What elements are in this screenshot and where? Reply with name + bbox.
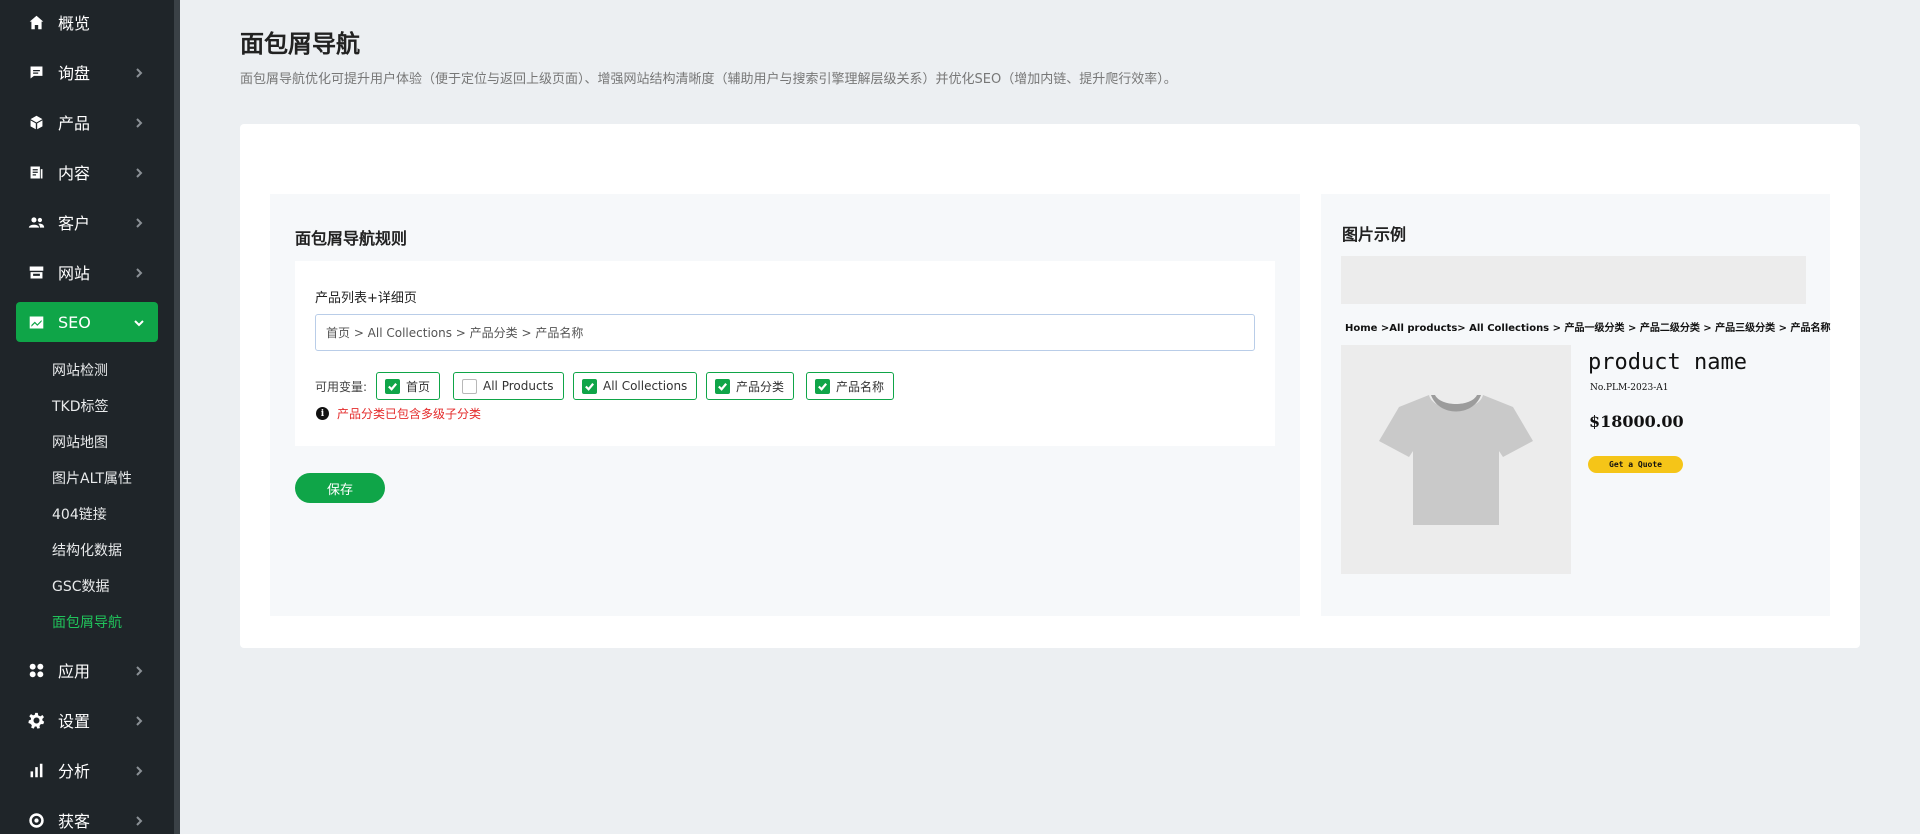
rule-label: 产品列表+详细页: [315, 291, 417, 306]
example-product-price: $18000.00: [1589, 412, 1684, 431]
page-description: 面包屑导航优化可提升用户体验（便于定位与返回上级页面）、增强网站结构清晰度（辅助…: [240, 72, 1177, 87]
gear-icon: [26, 710, 46, 730]
sidebar-item-settings[interactable]: 设置: [16, 700, 158, 740]
store-icon: [26, 262, 46, 282]
sidebar-subitem-site-check[interactable]: 网站检测: [52, 360, 108, 380]
variable-chip-product-category[interactable]: 产品分类: [706, 372, 795, 400]
variable-label: 首页: [406, 379, 431, 394]
sidebar-item-website[interactable]: 网站: [16, 252, 158, 292]
sidebar-item-content[interactable]: 内容: [16, 152, 158, 192]
sidebar-item-label: 分析: [58, 762, 91, 781]
sidebar-item-label: 内容: [58, 164, 91, 183]
seo-chart-icon: [26, 312, 46, 332]
sidebar-subitem-tkd[interactable]: TKD标签: [52, 396, 109, 416]
example-product-image: [1341, 345, 1571, 574]
variable-label: All Products: [483, 379, 554, 393]
checkbox-checked-icon[interactable]: [385, 378, 400, 394]
sidebar-item-apps[interactable]: 应用: [16, 650, 158, 690]
sidebar-scrollbar[interactable]: [174, 0, 180, 834]
sidebar-item-label: 网站: [58, 264, 91, 283]
checkbox-checked-icon[interactable]: [815, 378, 830, 394]
example-quote-button: Get a Quote: [1588, 456, 1683, 473]
chevron-right-icon: [132, 663, 146, 677]
checkbox-checked-icon[interactable]: [582, 378, 597, 394]
chevron-right-icon: [132, 763, 146, 777]
save-button[interactable]: 保存: [295, 473, 385, 503]
sidebar-item-label: SEO: [58, 312, 91, 332]
chevron-right-icon: [132, 165, 146, 179]
checkbox-unchecked-icon[interactable]: [462, 378, 477, 394]
variable-chip-all-products[interactable]: All Products: [453, 372, 564, 400]
example-product-number: No.PLM-2023-A1: [1590, 383, 1669, 393]
chevron-right-icon: [132, 65, 146, 79]
document-icon: [26, 162, 46, 182]
page-title: 面包屑导航: [240, 30, 360, 58]
sidebar-item-customers[interactable]: 客户: [16, 202, 158, 242]
checkbox-checked-icon[interactable]: [715, 378, 730, 394]
sidebar-item-label: 询盘: [58, 64, 91, 83]
example-header-banner: [1341, 256, 1806, 304]
sidebar-item-products[interactable]: 产品: [16, 102, 158, 142]
tshirt-icon: [1379, 395, 1533, 525]
apps-icon: [26, 660, 46, 680]
sidebar-item-analytics[interactable]: 分析: [16, 750, 158, 790]
info-icon: i: [316, 407, 329, 420]
chevron-right-icon: [132, 215, 146, 229]
variable-label: All Collections: [603, 379, 688, 393]
chevron-right-icon: [132, 115, 146, 129]
bar-chart-icon: [26, 760, 46, 780]
example-breadcrumb: Home >All products> All Collections > 产品…: [1345, 323, 1831, 334]
sidebar-item-label: 客户: [58, 214, 91, 233]
variable-chip-product-name[interactable]: 产品名称: [806, 372, 895, 400]
sidebar-subitem-404-links[interactable]: 404链接: [52, 504, 107, 524]
variables-label: 可用变量:: [315, 380, 368, 394]
sidebar-item-inquiry[interactable]: 询盘: [16, 52, 158, 92]
warning-text: 产品分类已包含多级子分类: [337, 407, 482, 421]
target-icon: [26, 810, 46, 830]
sidebar-item-overview[interactable]: 概览: [16, 2, 158, 42]
rules-title: 面包屑导航规则: [295, 229, 408, 248]
chevron-right-icon: [132, 265, 146, 279]
sidebar-item-label: 设置: [58, 712, 91, 731]
users-icon: [26, 212, 46, 232]
example-title: 图片示例: [1342, 225, 1407, 244]
inquiry-icon: [26, 62, 46, 82]
sidebar: 概览 询盘 产品 内容 客户 网站 SEO 网站检测 TKD标签 网站地图 图片…: [0, 0, 180, 834]
example-product-name: product name: [1588, 350, 1747, 375]
chevron-down-icon: [132, 315, 146, 329]
chevron-right-icon: [132, 813, 146, 827]
variable-label: 产品名称: [836, 379, 885, 394]
sidebar-subitem-breadcrumb[interactable]: 面包屑导航: [52, 612, 122, 632]
sidebar-item-label: 概览: [58, 14, 91, 33]
home-icon: [26, 12, 46, 32]
sidebar-subitem-gsc[interactable]: GSC数据: [52, 576, 110, 596]
variable-label: 产品分类: [736, 379, 785, 394]
sidebar-item-label: 获客: [58, 812, 91, 831]
chevron-right-icon: [132, 713, 146, 727]
cube-icon: [26, 112, 46, 132]
breadcrumb-rule-value: 首页 > All Collections > 产品分类 > 产品名称: [326, 326, 584, 340]
sidebar-subitem-image-alt[interactable]: 图片ALT属性: [52, 468, 132, 488]
variable-chip-home[interactable]: 首页: [376, 372, 441, 400]
category-warning: i 产品分类已包含多级子分类: [316, 405, 481, 422]
sidebar-item-label: 应用: [58, 662, 91, 681]
sidebar-subitem-structured-data[interactable]: 结构化数据: [52, 540, 122, 560]
variable-chip-all-collections[interactable]: All Collections: [573, 372, 698, 400]
sidebar-subitem-sitemap[interactable]: 网站地图: [52, 432, 108, 452]
sidebar-item-label: 产品: [58, 114, 91, 133]
sidebar-item-seo[interactable]: SEO: [16, 302, 158, 342]
breadcrumb-rule-input[interactable]: 首页 > All Collections > 产品分类 > 产品名称: [315, 314, 1255, 351]
sidebar-item-acquisition[interactable]: 获客: [16, 800, 158, 834]
